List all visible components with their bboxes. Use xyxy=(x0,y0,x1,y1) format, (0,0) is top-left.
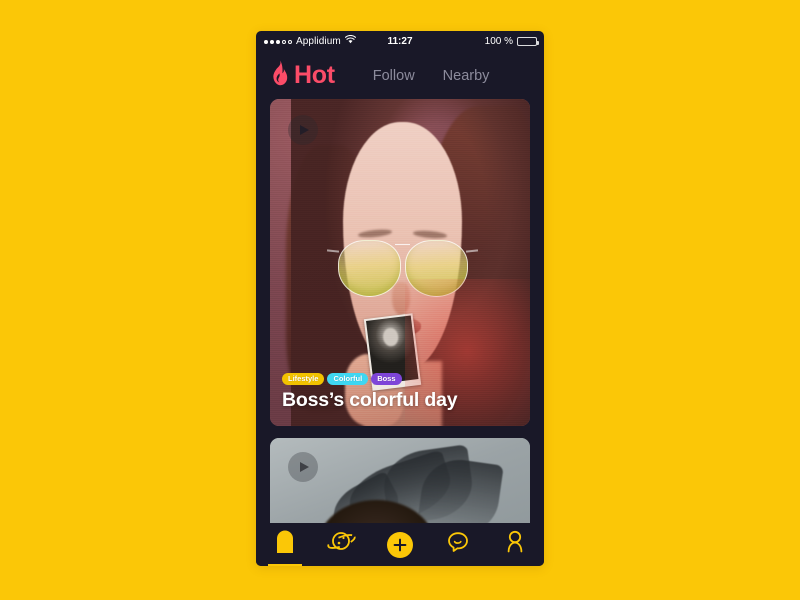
feed-list[interactable]: Lifestyle Colorful Boss Boss’s colorful … xyxy=(256,99,544,523)
tag-colorful[interactable]: Colorful xyxy=(327,373,369,385)
tab-create[interactable] xyxy=(371,523,429,566)
tab-messages[interactable] xyxy=(429,523,487,566)
battery-percent-label: 100 % xyxy=(484,36,513,47)
feed-card-primary[interactable]: Lifestyle Colorful Boss Boss’s colorful … xyxy=(270,99,530,426)
chat-bubble-icon xyxy=(446,530,470,559)
flame-icon xyxy=(270,60,290,91)
status-bar-right: 100 % xyxy=(484,31,539,52)
tab-discover[interactable] xyxy=(314,523,372,566)
status-bar: Applidium 11:27 100 % xyxy=(256,31,544,52)
tag-boss[interactable]: Boss xyxy=(371,373,402,385)
planet-icon xyxy=(327,530,357,559)
brand-hot[interactable]: Hot xyxy=(270,60,335,91)
play-icon[interactable] xyxy=(288,115,318,145)
tab-profile[interactable] xyxy=(486,523,544,566)
tab-home[interactable] xyxy=(256,523,314,566)
brand-label: Hot xyxy=(294,61,335,89)
feed-card-secondary[interactable] xyxy=(270,438,530,523)
card-title: Boss’s colorful day xyxy=(282,389,458,411)
phone-mockup: Applidium 11:27 100 % Hot Follow Nearby … xyxy=(256,31,544,566)
nav-link-nearby[interactable]: Nearby xyxy=(443,68,490,84)
active-tab-indicator xyxy=(267,563,302,566)
person-icon xyxy=(504,530,526,559)
top-navigation: Hot Follow Nearby xyxy=(256,52,544,99)
tag-lifestyle[interactable]: Lifestyle xyxy=(282,373,325,385)
canvas: Applidium 11:27 100 % Hot Follow Nearby … xyxy=(0,0,800,600)
home-tag-icon xyxy=(276,530,294,559)
play-icon[interactable] xyxy=(288,452,318,482)
card-tag-list: Lifestyle Colorful Boss xyxy=(282,373,402,385)
bottom-tab-bar xyxy=(256,523,544,566)
battery-icon xyxy=(517,37,539,46)
nav-link-follow[interactable]: Follow xyxy=(373,68,415,84)
plus-icon xyxy=(386,531,413,558)
